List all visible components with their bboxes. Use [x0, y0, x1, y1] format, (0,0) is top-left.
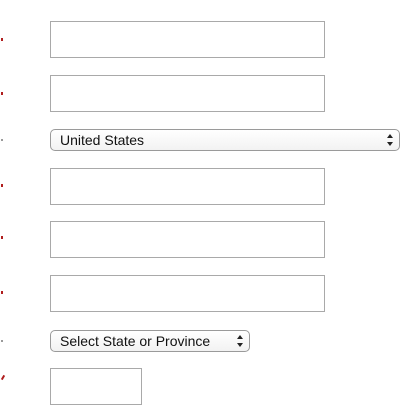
up-down-chevron-icon	[387, 134, 393, 146]
required-marker	[1, 38, 3, 41]
address-line-1-input[interactable]	[50, 21, 325, 58]
city-input[interactable]	[50, 168, 325, 205]
address-line-2-input[interactable]	[50, 75, 325, 112]
address-field-4-input[interactable]	[50, 221, 325, 258]
state-select[interactable]: Select State or Province	[50, 330, 250, 352]
country-select-value: United States	[60, 132, 145, 148]
country-select[interactable]: United States	[50, 129, 400, 151]
address-form: United States Select State or Province	[0, 0, 416, 416]
postal-code-input[interactable]	[50, 368, 142, 405]
required-marker	[1, 92, 3, 95]
required-marker	[1, 184, 3, 187]
required-marker	[0, 374, 6, 381]
required-marker	[1, 236, 3, 239]
state-select-value: Select State or Province	[60, 333, 211, 349]
required-marker	[1, 291, 3, 294]
up-down-chevron-icon	[237, 335, 243, 347]
label-fragment	[1, 340, 3, 342]
label-fragment	[1, 139, 3, 141]
address-field-5-input[interactable]	[50, 275, 325, 312]
